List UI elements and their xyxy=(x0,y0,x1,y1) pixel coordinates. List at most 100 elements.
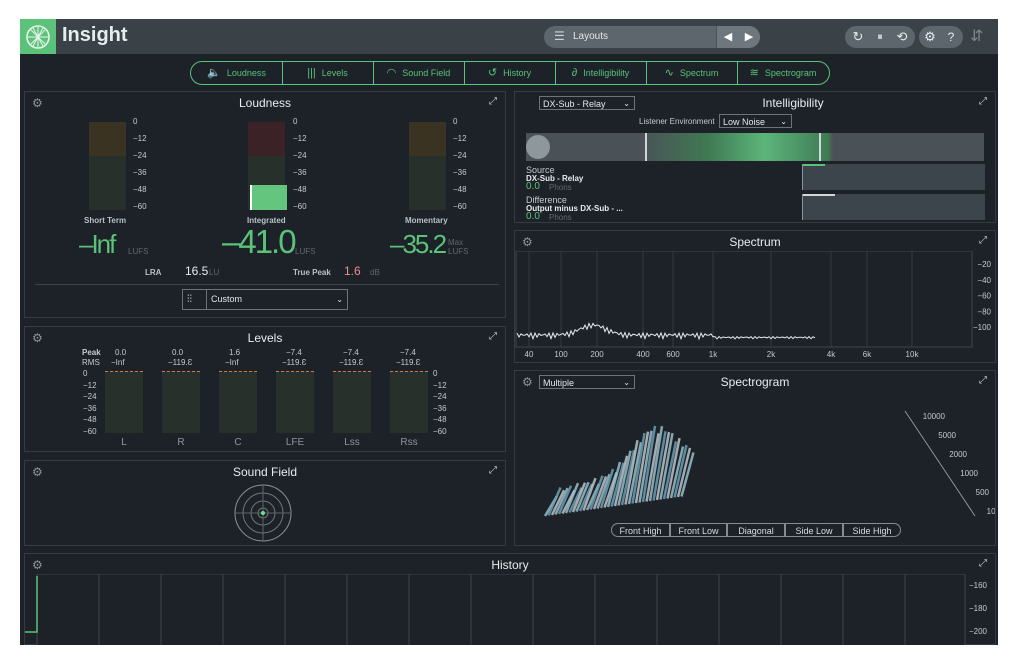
scale-tick-label: −36 xyxy=(293,168,307,177)
peak-hold-line xyxy=(390,371,428,375)
scale-tick-label: −48 xyxy=(293,185,307,194)
source-unit: Phons xyxy=(549,183,572,192)
next-layout-button[interactable]: ▶ xyxy=(738,26,760,48)
rms-label: RMS xyxy=(82,358,100,367)
tab-intelligibility[interactable]: ∂ Intelligibility xyxy=(555,62,647,84)
top-bar: Insight ☰ Layouts ◀ ▶ ↻ ⏸ ⟲ ⚙ ? ⇵ xyxy=(20,19,998,54)
history-icon: ↺ xyxy=(487,67,498,79)
source-level-bar xyxy=(802,164,985,190)
scale-tick-label: −36 xyxy=(133,168,147,177)
tab-loudness[interactable]: 🔈 Loudness xyxy=(191,62,283,84)
view-button-side-high[interactable]: Side High xyxy=(843,523,901,537)
help-icon[interactable]: ? xyxy=(940,26,962,48)
tab-label: History xyxy=(503,68,532,78)
momentary-max-label: Max xyxy=(448,238,464,247)
scale-tick-label: −60 xyxy=(453,202,467,211)
channel-name: R xyxy=(177,437,185,448)
pause-icon[interactable]: ⏸ xyxy=(869,26,891,48)
sound-field-panel: ⚙ Sound Field ⤢ xyxy=(24,460,506,546)
channel-peak-value: 1.6 xyxy=(229,348,241,357)
scale-tick-label: 0 xyxy=(453,117,458,126)
view-button-front-low[interactable]: Front Low xyxy=(670,523,727,537)
y-tick-label: −180 xyxy=(969,604,988,613)
tab-levels[interactable]: ||| Levels xyxy=(282,62,374,84)
panel-title: History xyxy=(491,558,529,572)
panel-title: Spectrum xyxy=(729,235,781,249)
expand-icon[interactable]: ⤢ xyxy=(979,559,989,569)
share-icon[interactable]: ⇵ xyxy=(970,26,983,46)
loop-icon[interactable]: ⟲ xyxy=(891,26,913,48)
settings-icon[interactable]: ⚙ xyxy=(919,26,941,48)
channel-rms-value: −119.Ɛ xyxy=(282,358,307,367)
channel-name: Lss xyxy=(344,437,360,448)
channel-meter xyxy=(105,371,143,433)
layouts-selector[interactable]: ☰ Layouts ◀ ▶ xyxy=(544,26,760,48)
expand-icon[interactable]: ⤢ xyxy=(979,236,989,246)
tab-label: Levels xyxy=(321,68,348,78)
intelligibility-marker[interactable] xyxy=(526,135,550,159)
intelligibility-preset-dropdown[interactable]: DX-Sub - Relay ⌄ xyxy=(539,96,635,110)
tab-spectrum[interactable]: ∿ Spectrum xyxy=(646,62,738,84)
divider xyxy=(206,290,207,309)
peak-hold-line xyxy=(105,371,143,375)
tab-history[interactable]: ↺ History xyxy=(464,62,556,84)
channel-rms-value: −Inf xyxy=(225,358,239,367)
difference-value: 0.0 xyxy=(526,211,540,222)
scale-tick-label: −48 xyxy=(433,415,447,424)
y-tick-label: −160 xyxy=(969,581,988,590)
difference-level-fill xyxy=(803,194,835,196)
view-button-front-high[interactable]: Front High xyxy=(611,523,670,537)
short-term-value: –Inf xyxy=(79,229,116,259)
source-value: 0.0 xyxy=(526,181,540,192)
x-tick-label: 4k xyxy=(827,350,836,359)
momentary-label: Momentary xyxy=(405,216,448,225)
expand-icon[interactable]: ⤢ xyxy=(489,97,499,107)
y-tick-label: −20 xyxy=(977,260,991,269)
tab-label: Intelligibility xyxy=(583,68,630,78)
tab-sound-field[interactable]: ◠ Sound Field xyxy=(373,62,465,84)
momentary-meter xyxy=(409,122,446,210)
channel-peak-value: −7.4 xyxy=(343,348,359,357)
spectrogram-mode-dropdown[interactable]: Multiple ⌄ xyxy=(539,375,635,389)
range-end-marker xyxy=(819,133,821,161)
speaker-icon: 🔈 xyxy=(207,67,221,79)
layouts-label: Layouts xyxy=(573,31,609,42)
history-panel: ⚙ History ⤢ −160 −180 −200 xyxy=(24,553,996,645)
x-tick-label: 400 xyxy=(636,350,650,359)
scale-tick-label: −12 xyxy=(133,134,147,143)
bars-icon: ||| xyxy=(307,67,316,79)
reset-icon[interactable]: ↻ xyxy=(847,26,869,48)
momentary-unit: LUFS xyxy=(448,247,469,256)
previous-layout-button[interactable]: ◀ xyxy=(716,26,739,48)
channel-peak-value: −7.4 xyxy=(286,348,302,357)
expand-icon[interactable]: ⤢ xyxy=(979,97,989,107)
loudness-preset-dropdown[interactable]: ⫶⫶ Custom ⌄ xyxy=(182,289,348,310)
tab-spectrogram[interactable]: ≋ Spectrogram xyxy=(737,62,829,84)
view-button-diagonal[interactable]: Diagonal xyxy=(727,523,785,537)
view-button-side-low[interactable]: Side Low xyxy=(785,523,843,537)
meter-warning-zone xyxy=(248,122,285,156)
spectrogram-3d-view: 10000 5000 2000 1000 500 100 xyxy=(543,410,995,517)
spectrum-panel: ⚙ Spectrum ⤢ 40 100 200 400 600 1k 2k 4k 6k 10k −2… xyxy=(514,230,996,363)
scale-tick-label: 0 xyxy=(83,369,88,378)
expand-icon[interactable]: ⤢ xyxy=(979,376,989,386)
meter-warning-zone xyxy=(89,122,126,156)
scale-tick-label: −12 xyxy=(453,134,467,143)
listener-environment-dropdown[interactable]: Low Noise ⌄ xyxy=(719,114,792,128)
channel-name: L xyxy=(121,437,127,448)
scale-tick-label: −24 xyxy=(133,151,147,160)
loudness-panel: ⚙ Loudness ⤢ 0 −12 −24 −36 −48 −60 Short Term… xyxy=(24,91,506,318)
chevron-down-icon: ⌄ xyxy=(623,99,630,108)
frequency-axis xyxy=(904,410,976,517)
meter-warning-zone xyxy=(409,122,446,156)
y-tick-label: −200 xyxy=(969,627,988,636)
utility-controls: ⚙ ? xyxy=(919,26,963,48)
x-tick-label: 40 xyxy=(525,350,534,359)
x-tick-label: 6k xyxy=(863,350,872,359)
scale-tick-label: −24 xyxy=(83,392,97,401)
range-start-marker xyxy=(645,133,647,161)
logo-icon xyxy=(26,25,50,49)
expand-icon[interactable]: ⤢ xyxy=(489,332,499,342)
channel-meter xyxy=(219,371,257,433)
expand-icon[interactable]: ⤢ xyxy=(489,466,499,476)
